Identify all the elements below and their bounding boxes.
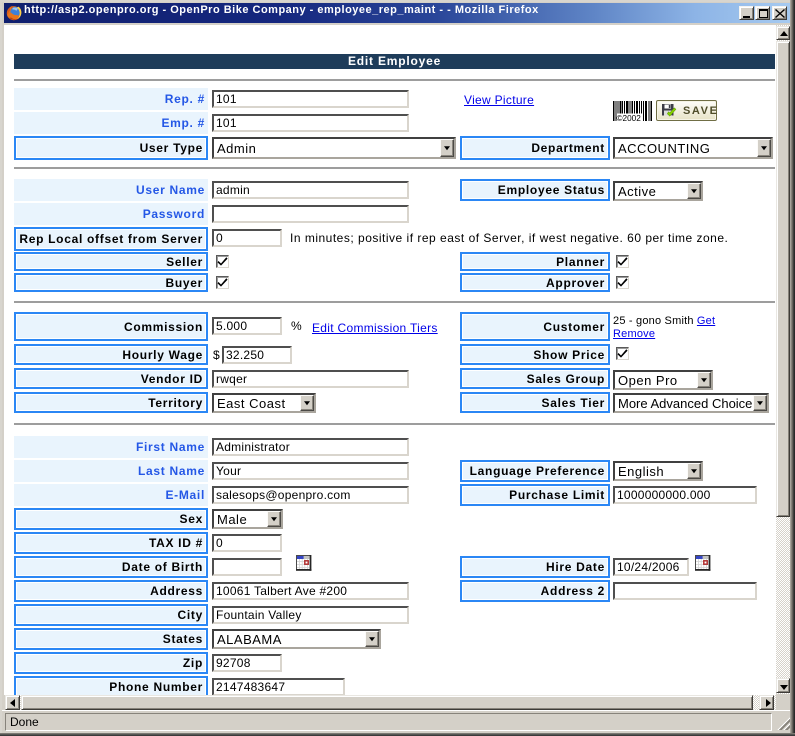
- svg-text:©2002: ©2002: [617, 114, 642, 121]
